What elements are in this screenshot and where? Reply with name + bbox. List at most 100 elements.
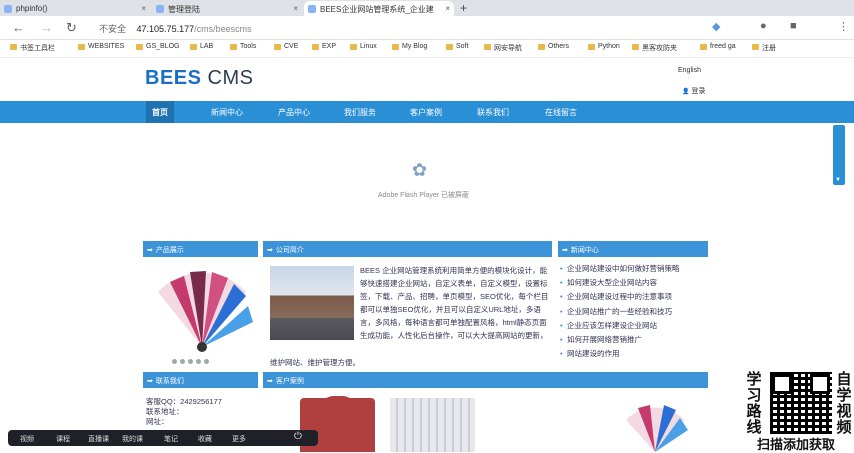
carousel-dot[interactable] <box>196 359 201 364</box>
reload-icon[interactable]: ↻ <box>66 20 77 36</box>
login-link[interactable]: 登录 <box>682 86 705 96</box>
news-item[interactable]: 如何开展网络营销推广 <box>560 333 680 347</box>
carousel-dot[interactable] <box>180 359 185 364</box>
bookmark-item[interactable]: 注册 <box>752 43 776 53</box>
bookmark-item[interactable]: Python <box>588 43 620 50</box>
forward-arrow-icon[interactable]: → <box>40 20 53 35</box>
bookmark-item[interactable]: EXP <box>312 43 336 50</box>
tab-admin-login[interactable]: 管理登陆 × <box>152 1 302 16</box>
bookmark-item[interactable]: Linux <box>350 43 377 50</box>
section-about-header: ➡ 公司简介 <box>263 241 552 257</box>
nav-news[interactable]: 新闻中心 <box>211 107 243 118</box>
extension-icon[interactable]: ◆ <box>712 20 720 33</box>
promo-char: 学 <box>746 371 762 388</box>
company-intro-tail: 维护网站、维护管理方便。 <box>270 358 360 367</box>
product-image[interactable] <box>150 262 255 354</box>
arrow-right-icon: ➡ <box>562 247 568 254</box>
tab-title: 管理登陆 <box>168 5 200 14</box>
close-icon[interactable]: × <box>141 4 146 13</box>
case-image-fan[interactable] <box>620 400 690 452</box>
company-intro-text: BEES 企业网站管理系统利用简单方便的模块化设计，能够快速搭建企业网站，自定义… <box>360 266 549 340</box>
promo-char: 学 <box>836 387 852 404</box>
arrow-right-icon: ➡ <box>267 378 273 385</box>
tab-phpinfo[interactable]: phpinfo() × <box>0 1 150 16</box>
bookmark-item[interactable]: My Blog <box>392 43 427 50</box>
bookmark-item[interactable]: LAB <box>190 43 213 50</box>
site-logo[interactable]: BEES CMS <box>145 67 253 90</box>
contact-qq: 客服QQ：2429256177 <box>146 397 222 406</box>
nav-guestbook[interactable]: 在线留言 <box>545 107 577 118</box>
bookmark-item[interactable]: WEBSITES <box>78 43 124 50</box>
toolbar-item[interactable]: 直播课 <box>88 434 109 444</box>
close-icon[interactable]: × <box>293 4 298 13</box>
news-item[interactable]: 企业网站推广的一些经验和技巧 <box>560 305 680 319</box>
bookmark-item[interactable]: freed ga <box>700 43 736 50</box>
close-icon[interactable]: × <box>445 4 450 13</box>
toolbar-item[interactable]: 我的课 <box>122 434 143 444</box>
promo-char: 习 <box>746 387 762 404</box>
news-item[interactable]: 如何建设大型企业网站内容 <box>560 276 680 290</box>
section-news-header: ➡ 新闻中心 <box>558 241 708 257</box>
company-photo <box>270 266 354 340</box>
profile-icon[interactable]: ● <box>760 20 767 32</box>
news-item[interactable]: 企业网站建设过程中的注意事项 <box>560 290 680 304</box>
promo-caption: 扫描添加获取 <box>738 434 854 452</box>
toolbar-item[interactable]: 课程 <box>56 434 70 444</box>
section-products-header: ➡ 产品展示 <box>143 241 258 257</box>
section-cases-header: ➡ 客户案例 <box>263 372 708 388</box>
back-arrow-icon[interactable]: ← <box>12 20 25 35</box>
bookmark-item[interactable]: 网安导航 <box>484 43 522 53</box>
bookmark-item[interactable]: Soft <box>446 43 468 50</box>
toolbar-item[interactable]: 视频 <box>20 434 34 444</box>
floating-side-tab[interactable]: ▼ <box>833 125 845 185</box>
news-list: 企业网站建设中如何做好营销策略 如何建设大型企业网站内容 企业网站建设过程中的注… <box>560 262 680 362</box>
nav-contact[interactable]: 联系我们 <box>477 107 509 118</box>
security-indicator[interactable]: 不安全 <box>99 24 126 34</box>
page-icon <box>4 5 12 13</box>
menu-icon[interactable]: ⋮ <box>838 20 849 33</box>
fan-graphic <box>626 405 688 452</box>
news-item[interactable]: 企业应该怎样建设企业网站 <box>560 319 680 333</box>
bookmark-item[interactable]: 书签工具栏 <box>10 43 55 53</box>
flash-blocked-message[interactable]: Adobe Flash Player 已被屏蔽 <box>378 190 469 200</box>
tab-title: phpinfo() <box>16 4 48 13</box>
promo-char: 路 <box>746 403 762 420</box>
toolbar-item[interactable]: 更多 <box>232 434 246 444</box>
bookmark-item[interactable]: Tools <box>230 43 256 50</box>
section-title[interactable]: 产品展示 <box>156 247 184 254</box>
product-carousel-dots[interactable] <box>172 357 212 366</box>
nav-products[interactable]: 产品中心 <box>278 107 310 118</box>
promo-text-left: 学 习 路 线 <box>740 372 768 436</box>
contact-info: 客服QQ：2429256177 联系地址： 网址： <box>146 397 222 427</box>
language-switch-link[interactable]: English <box>678 67 701 74</box>
section-title[interactable]: 联系我们 <box>156 378 184 385</box>
main-nav: 首页 新闻中心 产品中心 我们服务 客户案例 联系我们 在线留言 <box>0 101 854 123</box>
nav-services[interactable]: 我们服务 <box>344 107 376 118</box>
carousel-dot[interactable] <box>204 359 209 364</box>
new-tab-button[interactable]: + <box>460 1 467 15</box>
page-icon <box>156 5 164 13</box>
toolbar-item[interactable]: 笔记 <box>164 434 178 444</box>
bookmark-item[interactable]: Others <box>538 43 569 50</box>
carousel-dot[interactable] <box>172 359 177 364</box>
case-image-room[interactable] <box>390 398 475 452</box>
nav-home[interactable]: 首页 <box>146 101 174 123</box>
fan-graphic <box>158 271 253 352</box>
bookmark-item[interactable]: CVE <box>274 43 298 50</box>
bookmark-item[interactable]: 黑客攻防夹 <box>632 43 677 53</box>
section-title[interactable]: 公司简介 <box>276 247 304 254</box>
url-input[interactable]: 不安全 47.105.75.177/cms/beescms <box>95 20 705 36</box>
toolbar-item[interactable]: 收藏 <box>198 434 212 444</box>
section-title[interactable]: 客户案例 <box>276 378 304 385</box>
section-title[interactable]: 新闻中心 <box>571 247 599 254</box>
page-icon <box>308 5 316 13</box>
nav-cases[interactable]: 客户案例 <box>410 107 442 118</box>
tab-bees-cms[interactable]: BEES企业网站管理系统_企业建 × <box>304 1 454 16</box>
extensions-puzzle-icon[interactable]: ■ <box>790 20 797 32</box>
promo-text-right: 自 学 视 频 <box>834 372 854 436</box>
carousel-dot[interactable] <box>188 359 193 364</box>
bookmark-item[interactable]: GS_BLOG <box>136 43 179 50</box>
news-item[interactable]: 企业网站建设中如何做好营销策略 <box>560 262 680 276</box>
news-item[interactable]: 网站建设的作用 <box>560 347 680 361</box>
power-icon[interactable]: ⏻ <box>294 431 302 442</box>
